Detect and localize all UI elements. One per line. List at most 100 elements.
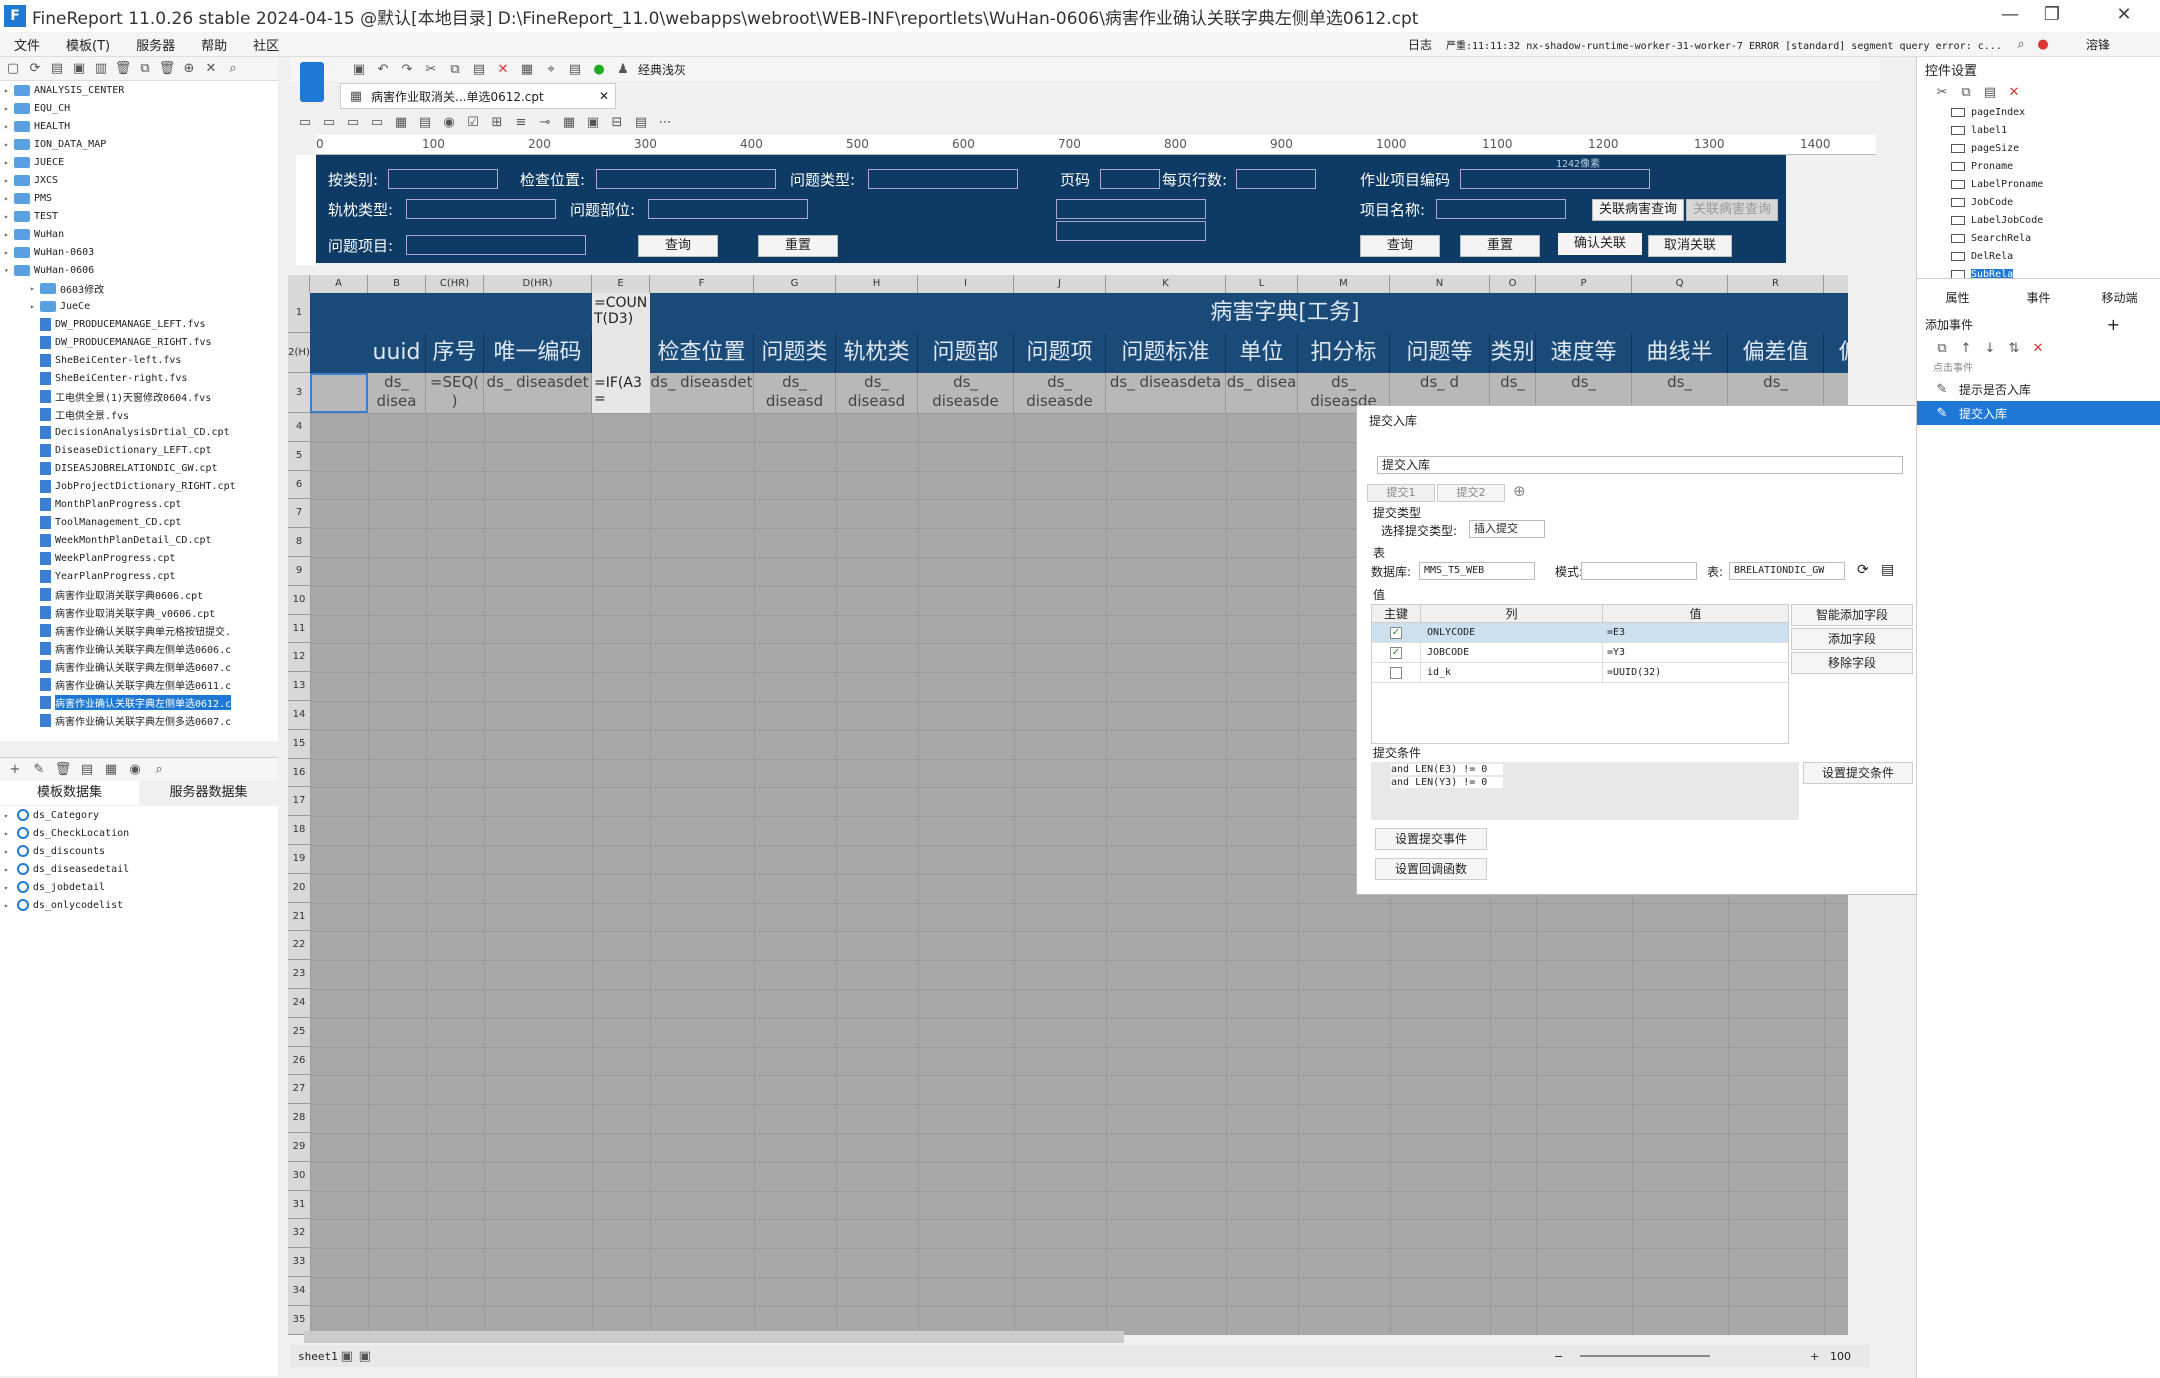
column-header[interactable]: L [1226,275,1298,293]
column-title-cell[interactable]: 唯一编码 [484,333,592,373]
log-label[interactable]: 日志 [1408,36,1432,53]
column-title-cell[interactable]: 问题等 [1390,333,1490,373]
cell-e3[interactable]: =IF(A3 = [592,373,650,413]
tree-folder[interactable]: ▸ 0603修改 [0,279,278,297]
locate-icon[interactable]: ⊕ [180,60,198,78]
row-header[interactable]: 13 [288,672,310,701]
tab-properties[interactable]: 属性 [1917,289,1998,311]
chevron-right-icon[interactable]: ▸ [4,847,9,856]
cancel-link-button[interactable]: 取消关联 [1648,235,1732,257]
tab-submit-2[interactable]: 提交2 [1437,484,1505,502]
widget-item[interactable]: LabelJobCode [1917,211,2160,229]
set-callback-button[interactable]: 设置回调函数 [1375,858,1487,880]
refresh-icon[interactable]: ⟳ [1857,562,1869,578]
column-title-cell[interactable]: 轨枕类 [836,333,918,373]
list-icon[interactable]: ≡ [512,113,530,131]
field-column[interactable]: ONLYCODE [1420,623,1602,642]
tree-file[interactable]: 病害作业确认关联字典左侧多选0607.c [0,711,278,729]
widget-item[interactable]: pageSize [1917,139,2160,157]
delete-icon[interactable]: 🗑 [54,761,72,779]
chevron-right-icon[interactable]: ▸ [4,883,9,892]
chevron-right-icon[interactable]: ▸ [4,140,14,149]
chevron-right-icon[interactable]: ▸ [30,284,40,293]
row-header[interactable]: 31 [288,1190,310,1220]
template-params-icon[interactable]: ▦ [518,60,536,78]
tree-file[interactable]: 病害作业确认关联字典左侧单选0612.c [0,693,278,711]
row-header[interactable]: 32 [288,1219,310,1249]
tree-file[interactable]: 病害作业确认关联字典左侧单选0607.c [0,657,278,675]
tree-folder[interactable]: ▸ ION_DATA_MAP [0,135,278,153]
data-cell[interactable]: ds_ diseasdet [650,373,754,413]
chevron-down-icon[interactable]: ▾ [4,266,14,275]
tree-folder[interactable]: ▸ ANALYSIS_CENTER [0,81,278,99]
data-cell[interactable]: ds_ diseasdeta [1106,373,1226,413]
row-header[interactable]: 4 [288,413,310,442]
button-icon[interactable]: ▭ [344,113,362,131]
chevron-right-icon[interactable]: ▸ [4,811,9,820]
column-title-cell[interactable]: 问题部 [918,333,1014,373]
tree-file[interactable]: SheBeiCenter-right.fvs [0,369,278,387]
data-cell[interactable]: ds_ diseasde [918,373,1014,413]
tree-file[interactable]: MonthPlanProgress.cpt [0,495,278,513]
tab-events[interactable]: 事件 [1998,289,2079,311]
problem-part-input[interactable] [648,199,808,219]
paste-icon[interactable]: ▤ [470,60,488,78]
table-select[interactable]: BRELATIONDIC_GW [1729,562,1845,580]
row-header[interactable]: 9 [288,557,310,586]
row-header[interactable]: 24 [288,989,310,1018]
row-header[interactable]: 34 [288,1277,310,1306]
column-title-cell[interactable]: 偏差值 [1824,333,1848,373]
corner-cell[interactable] [288,275,310,293]
date-icon[interactable]: ▦ [392,113,410,131]
chevron-right-icon[interactable]: ▸ [4,829,9,838]
row-header[interactable]: 3 [288,373,310,413]
tree-file[interactable]: 病害作业确认关联字典左侧单选0606.c [0,639,278,657]
new-folder-icon[interactable]: ▢ [4,60,22,78]
zoom-value[interactable]: 100 [1830,1350,1851,1363]
data-cell[interactable]: =SEQ( ) [426,373,484,413]
add-sheet-icon[interactable]: ▣ [338,1347,356,1365]
preview-icon[interactable]: ▤ [78,761,96,779]
tree-folder[interactable]: ▸ PMS [0,189,278,207]
column-header[interactable]: B [368,275,426,293]
column-title-cell[interactable]: 单位 [1226,333,1298,373]
row-header[interactable]: 11 [288,614,310,644]
job-list-box[interactable] [1056,199,1206,219]
edit-icon[interactable]: ✎ [30,761,48,779]
column-header[interactable]: C(HR) [426,275,484,293]
column-header[interactable]: K [1106,275,1226,293]
row-header[interactable]: 14 [288,701,310,730]
widget-item[interactable]: DelRela [1917,247,2160,265]
tree-folder[interactable]: ▸ HEALTH [0,117,278,135]
row-header[interactable]: 20 [288,873,310,903]
open-icon[interactable]: ▤ [48,60,66,78]
widget-item[interactable]: JobCode [1917,193,2160,211]
menu-community[interactable]: 社区 [253,35,279,54]
row-header[interactable]: 18 [288,816,310,845]
column-header[interactable]: F [650,275,754,293]
image-icon[interactable]: ▣ [584,113,602,131]
tree-folder[interactable]: ▸ JueCe [0,297,278,315]
submit-name-select[interactable]: 提交入库 [1377,456,1903,474]
check-location-input[interactable] [596,169,776,189]
chevron-right-icon[interactable]: ▸ [4,230,14,239]
zoom-in-icon[interactable]: + [1810,1350,1819,1363]
chevron-right-icon[interactable]: ▸ [4,248,14,257]
delete-icon[interactable]: ✕ [2005,83,2023,101]
problem-type-input[interactable] [868,169,1018,189]
add-poly-sheet-icon[interactable]: ▣ [356,1347,374,1365]
close-icon[interactable]: ✕ [2104,4,2144,25]
column-header[interactable]: E [592,275,650,293]
undo-icon[interactable]: ↶ [374,60,392,78]
confirm-link-button[interactable]: 确认关联 [1558,233,1642,255]
column-title-cell[interactable]: 检查位置 [650,333,754,373]
label-icon[interactable]: ⊟ [608,113,626,131]
row-header[interactable]: 6 [288,470,310,500]
data-cell[interactable]: ds_ diseasd [754,373,836,413]
paste-icon[interactable]: ▤ [1981,83,1999,101]
tree-file[interactable]: 病害作业取消关联字典_v0606.cpt [0,603,278,621]
document-tab[interactable]: ▦ 病害作业取消关...单选0612.cpt ✕ [340,83,616,109]
tab-mobile[interactable]: 移动端 [2079,289,2160,311]
move-up-icon[interactable]: ↑ [1957,339,1975,357]
field-row[interactable]: id_k =UUID(32) [1372,663,1788,683]
